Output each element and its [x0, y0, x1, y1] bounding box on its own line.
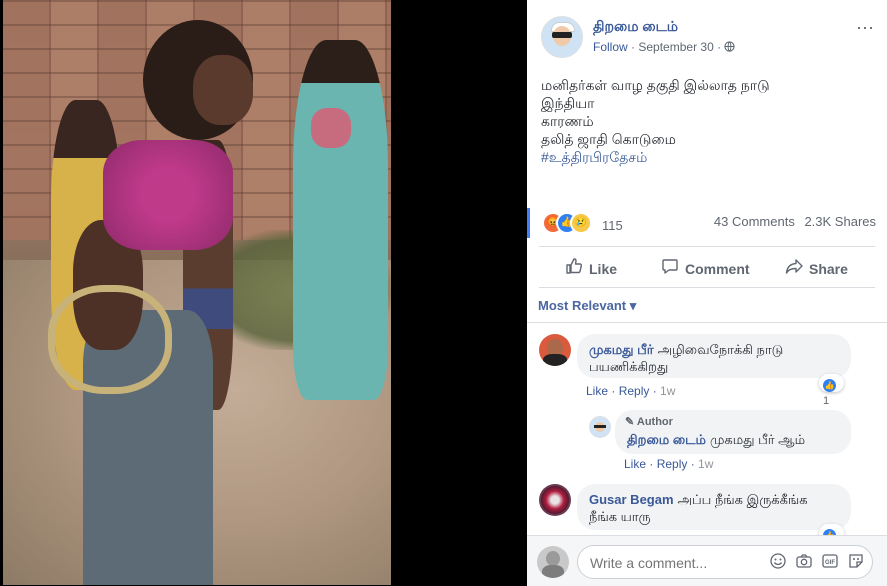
- comment-like-link[interactable]: Like: [586, 384, 608, 398]
- emoji-icon[interactable]: [770, 553, 786, 573]
- like-button-label: Like: [589, 260, 618, 277]
- like-button[interactable]: Like: [565, 257, 617, 280]
- post-text-line: இந்தியா: [541, 95, 595, 111]
- sticker-icon[interactable]: [848, 553, 864, 573]
- photo-woman-blouse: [311, 108, 351, 148]
- photo-main-woman-face: [193, 55, 253, 125]
- comment-like-badge[interactable]: 👍1: [819, 374, 844, 407]
- post-stats: 😡 👍 😢 115 43 Comments 2.3K Shares: [527, 208, 887, 238]
- more-options-icon[interactable]: ⋯: [856, 18, 875, 39]
- commenter-avatar[interactable]: [539, 484, 571, 516]
- comment-composer: GIF: [527, 535, 887, 586]
- divider: [527, 322, 887, 323]
- post-photo[interactable]: [3, 0, 391, 585]
- comment-actions: Like · Reply · 1w: [586, 384, 676, 398]
- comment-reply-link[interactable]: Reply: [619, 384, 650, 398]
- reply-reply-link[interactable]: Reply: [657, 457, 688, 471]
- reply-author-link[interactable]: திறமை டைம்: [627, 432, 706, 447]
- sad-icon: 😢: [570, 212, 592, 234]
- comment-author-link[interactable]: முகமது பீர்: [589, 342, 654, 357]
- post-text-line: மனிதர்கள் வாழ தகுதி இல்லாத நாடு: [541, 77, 770, 93]
- camera-icon[interactable]: [796, 553, 812, 573]
- sep-dot: ·: [717, 40, 722, 54]
- share-arrow-icon: [785, 257, 803, 280]
- svg-text:GIF: GIF: [825, 560, 835, 566]
- comment-time[interactable]: 1w: [660, 384, 675, 398]
- hashtag-link[interactable]: #உத்திரபிரதேசம்: [541, 148, 871, 166]
- comment-sort-dropdown[interactable]: Most Relevant ▾: [538, 298, 636, 314]
- pencil-icon: ✎: [625, 416, 635, 428]
- post-date[interactable]: September 30: [638, 40, 713, 54]
- follow-link[interactable]: Follow: [593, 40, 628, 54]
- post-action-bar: Like Comment Share: [539, 246, 875, 288]
- current-user-avatar: [537, 546, 569, 578]
- post-side-panel: திறமை டைம் Follow · September 30 · ⋯ மனி…: [527, 0, 887, 586]
- composer-tools: GIF: [770, 553, 864, 573]
- reaction-count: 115: [602, 218, 623, 233]
- engagement-counts: 43 Comments 2.3K Shares: [708, 214, 876, 229]
- comment-input-container: GIF: [577, 545, 873, 579]
- post-meta: Follow · September 30 ·: [593, 40, 736, 54]
- avatar-glasses: [552, 32, 572, 38]
- globe-icon: [724, 40, 736, 54]
- post-photo-viewer: [0, 0, 526, 585]
- page-name-link[interactable]: திறமை டைம்: [593, 18, 678, 37]
- author-tag-label: Author: [636, 416, 673, 428]
- post-text-line: காரணம்: [541, 113, 594, 129]
- like-icon: 👍: [823, 379, 836, 392]
- reply-text: முகமது பீர் ஆம்: [709, 432, 806, 447]
- comments-count-link[interactable]: 43 Comments: [714, 214, 795, 229]
- comment-button-label: Comment: [685, 260, 750, 277]
- comment-button[interactable]: Comment: [661, 257, 750, 280]
- author-tag: ✎ Author: [625, 414, 673, 431]
- page-avatar[interactable]: [541, 16, 583, 58]
- comment-like-count: 1: [823, 395, 830, 407]
- reply-actions: Like · Reply · 1w: [624, 457, 714, 471]
- commenter-avatar[interactable]: [539, 334, 571, 366]
- share-button-label: Share: [809, 260, 848, 277]
- gif-icon[interactable]: GIF: [822, 553, 838, 573]
- comment-author-link[interactable]: Gusar Begam: [589, 492, 674, 507]
- comment-bubble: முகமது பீர் அழிவைநோக்கி நாடு பயணிக்கிறது: [577, 334, 851, 378]
- comment-input[interactable]: [588, 554, 752, 572]
- photo-rope: [48, 285, 172, 394]
- reply-bubble: ✎ Author திறமை டைம் முகமது பீர் ஆம்: [615, 410, 851, 454]
- reply-like-link[interactable]: Like: [624, 457, 646, 471]
- photo-woman-sari: [293, 40, 388, 400]
- post-text-line: தலித் ஜாதி கொடுமை: [541, 131, 676, 147]
- photo-main-woman-blouse: [103, 140, 233, 250]
- comment-bubble: Gusar Begam அப்ப நீங்க இருக்கீங்க நீங்க ய…: [577, 484, 851, 530]
- meta-separator: ·: [631, 40, 636, 54]
- thumbs-up-icon: [565, 257, 583, 280]
- reply-author-avatar[interactable]: [589, 416, 611, 438]
- comment-icon: [661, 257, 679, 280]
- shares-count-link[interactable]: 2.3K Shares: [804, 214, 876, 229]
- post-text: மனிதர்கள் வாழ தகுதி இல்லாத நாடு இந்தியா …: [541, 76, 871, 166]
- share-button[interactable]: Share: [785, 257, 848, 280]
- reply-time[interactable]: 1w: [698, 457, 713, 471]
- post-header: திறமை டைம் Follow · September 30 · ⋯: [541, 16, 881, 60]
